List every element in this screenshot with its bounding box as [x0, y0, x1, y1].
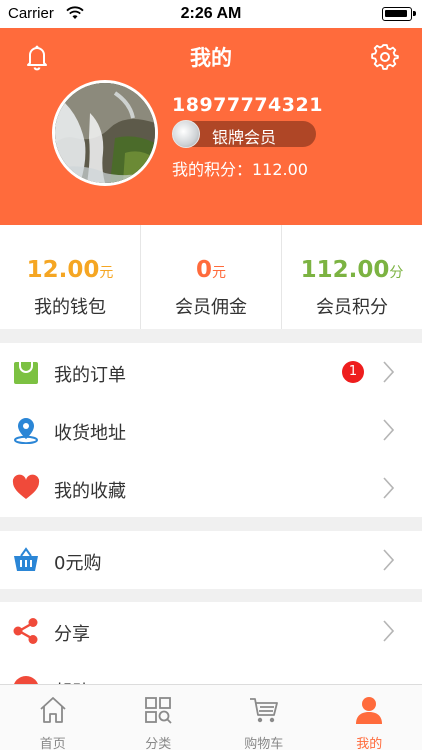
- stat-label: 我的钱包: [34, 297, 106, 318]
- order-count-badge: 1: [342, 361, 364, 383]
- share-icon: [13, 618, 38, 644]
- help-icon: [14, 676, 38, 684]
- menu-group-more: 分享 帮助: [0, 602, 422, 684]
- member-level-label: 银牌会员: [212, 128, 277, 147]
- bottom-tab-bar: 首页 分类 购物车 我的: [0, 684, 422, 750]
- location-pin-icon: [14, 418, 38, 444]
- points-amount: 112.00: [300, 257, 390, 283]
- page-title: 我的: [190, 46, 232, 70]
- chevron-right-icon: [383, 361, 394, 383]
- category-grid-icon: [145, 697, 172, 724]
- cart-icon: [249, 698, 278, 723]
- waterfall-photo: [55, 83, 155, 183]
- wallet-unit: 元: [99, 265, 114, 281]
- tab-home[interactable]: 首页: [0, 685, 106, 750]
- stat-commission[interactable]: 0元 会员佣金: [140, 225, 281, 329]
- tab-label: 购物车: [244, 737, 284, 750]
- battery-icon: [382, 7, 416, 21]
- points-summary: 我的积分：112.00: [172, 160, 308, 179]
- menu-item-favorites[interactable]: 我的收藏: [0, 459, 422, 517]
- points-unit: 分: [389, 265, 404, 281]
- avatar[interactable]: [52, 80, 158, 186]
- menu-item-label: 我的收藏: [54, 481, 126, 502]
- member-level-badge: 银牌会员: [172, 120, 316, 148]
- menu-item-label: 收货地址: [54, 423, 126, 444]
- heart-icon: [12, 474, 40, 499]
- menu-item-zero-buy[interactable]: 0元购: [0, 531, 422, 589]
- menu-group-promo: 0元购: [0, 531, 422, 589]
- tab-label: 首页: [39, 737, 66, 750]
- user-icon: [356, 697, 383, 724]
- menu-item-address[interactable]: 收货地址: [0, 401, 422, 459]
- account-stats: 12.00元 我的钱包 0元 会员佣金 112.00分 会员积分: [0, 225, 422, 329]
- chevron-right-icon: [383, 477, 394, 499]
- menu-item-label: 我的订单: [54, 365, 126, 386]
- commission-unit: 元: [212, 265, 226, 281]
- chevron-right-icon: [383, 419, 394, 441]
- stat-value: 12.00元: [0, 257, 140, 283]
- shopping-bag-icon: [14, 362, 38, 384]
- clock: 2:26 AM: [180, 5, 242, 22]
- tab-cart[interactable]: 购物车: [211, 685, 317, 750]
- user-phone: 18977774321: [172, 94, 323, 116]
- home-icon: [40, 697, 66, 723]
- stat-wallet[interactable]: 12.00元 我的钱包: [0, 225, 140, 329]
- stat-label: 会员积分: [316, 297, 388, 318]
- chevron-right-icon: [383, 549, 394, 571]
- stat-points[interactable]: 112.00分 会员积分: [281, 225, 422, 329]
- tab-label: 我的: [356, 737, 383, 750]
- silver-medal-icon: [172, 120, 200, 148]
- menu-item-orders[interactable]: 我的订单 1: [0, 343, 422, 401]
- commission-amount: 0: [195, 257, 212, 283]
- profile-header: 我的 18977774321 银牌会员 我的积分：112.00: [0, 28, 422, 225]
- chevron-right-icon: [383, 620, 394, 642]
- gear-icon[interactable]: [370, 42, 400, 72]
- menu-item-help[interactable]: 帮助: [0, 660, 422, 684]
- stat-value: 112.00分: [282, 257, 422, 283]
- tab-category[interactable]: 分类: [106, 685, 212, 750]
- stat-value: 0元: [141, 257, 281, 283]
- wallet-amount: 12.00: [26, 257, 100, 283]
- menu-item-share[interactable]: 分享: [0, 602, 422, 660]
- status-bar: Carrier 2:26 AM: [0, 0, 422, 28]
- menu-item-label: 分享: [54, 624, 90, 645]
- stat-label: 会员佣金: [175, 297, 247, 318]
- basket-icon: [14, 547, 38, 571]
- menu-item-label: 0元购: [54, 553, 102, 574]
- menu-group-orders: 我的订单 1 收货地址 我的收藏: [0, 343, 422, 517]
- tab-mine[interactable]: 我的: [317, 685, 422, 750]
- tab-label: 分类: [145, 737, 172, 750]
